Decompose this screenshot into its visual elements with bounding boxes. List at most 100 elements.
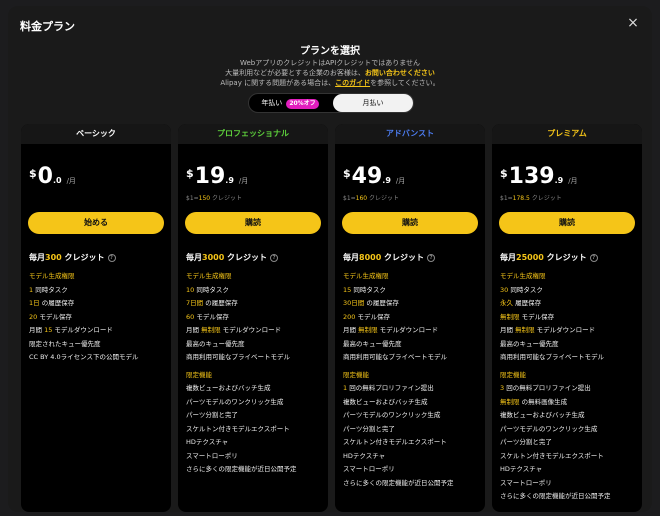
info-icon[interactable]: ? <box>427 254 436 262</box>
feature-text: 同時タスク <box>33 285 68 294</box>
info-icon[interactable]: ? <box>270 254 279 262</box>
close-icon[interactable]: × <box>626 16 640 30</box>
info-icon[interactable]: ? <box>589 254 598 262</box>
notice-text: 大量利用などが必要とする企業のお客様は、 <box>225 69 365 77</box>
feature-item: パーツモデルのワンクリック生成 <box>343 409 483 423</box>
plan-name: プレミアム <box>492 124 642 144</box>
feature-prefix: 月間 <box>186 326 202 334</box>
monthly-credits: 毎月3000 クレジット? <box>186 252 279 263</box>
feature-text: スケルトン付きモデルエクスポート <box>343 438 447 446</box>
feature-item: 商用利用可能なプライベートモデル <box>343 351 483 365</box>
credit-rate-prefix: $1= <box>500 195 513 202</box>
feature-text: スケルトン付きモデルエクスポート <box>186 424 290 433</box>
feature-item: 商用利用可能なプライベートモデル <box>186 351 326 365</box>
feature-item: モデル生成権限 <box>500 270 640 284</box>
feature-item: 1 回の無料プロリファイン提出 <box>343 382 483 396</box>
plan-card: アドバンスト $49.9/月 $1=160 クレジット 購読 毎月8000 クレジット?… <box>335 124 485 512</box>
info-icon[interactable]: ? <box>107 254 116 262</box>
feature-text: 商用利用可能なプライベートモデル <box>343 353 447 361</box>
feature-text: スマートローポリ <box>343 465 395 473</box>
feature-text: パーツモデルのワンクリック生成 <box>343 411 441 419</box>
plan-card: ベーシック $0.0/月 始める 毎月300 クレジット? モデル生成権限 1 同時タスク… <box>21 124 171 512</box>
feature-prefix: 月間 <box>500 326 516 334</box>
feature-item: パーツモデルのワンクリック生成 <box>186 396 326 410</box>
feature-item: パーツモデルのワンクリック生成 <box>500 423 640 437</box>
feature-item: 月間 15 モデルダウンロード <box>29 324 169 338</box>
feature-text: スマートローポリ <box>186 451 238 460</box>
feature-text: の無料画像生成 <box>519 397 568 406</box>
feature-highlight: 無制限 <box>515 326 535 334</box>
plan-price: $139.9/月 <box>500 164 578 189</box>
plan-price: $49.9/月 <box>343 164 405 189</box>
modal-title: 料金プラン <box>20 20 75 33</box>
feature-item: 限定機能 <box>500 369 640 383</box>
feature-text: パーツ分割と完了 <box>186 411 238 419</box>
feature-item: 無制限 の無料画像生成 <box>500 396 640 410</box>
feature-list: モデル生成権限 15 同時タスク 30日間 の履歴保存 200 モデル保存 月間 無制限… <box>343 270 483 490</box>
feature-item: 20 モデル保存 <box>29 311 169 325</box>
pricing-modal: 料金プラン × プランを選択 WebアプリのクレジットはAPIクレジットではあり… <box>8 6 652 512</box>
feature-text: 同時タスク <box>351 285 386 294</box>
feature-item: パーツ分割と完了 <box>343 423 483 437</box>
currency: $ <box>186 167 194 180</box>
feature-text: 複数ビューおよびバッチ生成 <box>186 384 271 392</box>
feature-item: 1日 の履歴保存 <box>29 297 169 311</box>
plan-price: $0.0/月 <box>29 164 76 189</box>
feature-item: スケルトン付きモデルエクスポート <box>343 436 483 450</box>
feature-item: 月間 無制限 モデルダウンロード <box>186 324 326 338</box>
plan-name: アドバンスト <box>335 124 485 144</box>
feature-text: モデルダウンロード <box>377 326 439 334</box>
feature-item: 最高のキュー優先度 <box>500 338 640 352</box>
monthly-prefix: 毎月 <box>343 253 359 262</box>
feature-item: 複数ビューおよびバッチ生成 <box>186 382 326 396</box>
subscribe-button[interactable]: 購読 <box>185 212 321 234</box>
feature-list: モデル生成権限 30 同時タスク 永久 履歴保存 無制限 モデル保存 月間 無制限 モデ… <box>500 270 640 504</box>
feature-text: スマートローポリ <box>500 478 552 487</box>
plan-name: プロフェッショナル <box>178 124 328 144</box>
monthly-credits: 毎月25000 クレジット? <box>500 252 598 263</box>
feature-text: モデル生成権限 <box>29 272 75 280</box>
feature-item: HDテクスチャ <box>343 450 483 464</box>
feature-text: 回の無料プロリファイン提出 <box>347 384 434 392</box>
feature-highlight: 無制限 <box>358 326 378 334</box>
feature-text: スケルトン付きモデルエクスポート <box>500 451 604 460</box>
feature-item: 月間 無制限 モデルダウンロード <box>500 324 640 338</box>
feature-text: モデル生成権限 <box>186 272 232 280</box>
price-dec: .9 <box>225 176 234 185</box>
feature-item: スケルトン付きモデルエクスポート <box>186 423 326 437</box>
feature-item: さらに多くの限定機能が近日公開予定 <box>500 490 640 504</box>
credit-rate: $1=178.5 クレジット <box>500 193 562 202</box>
plan-name: ベーシック <box>21 124 171 144</box>
feature-item: モデル生成権限 <box>29 270 169 284</box>
monthly-credits: 毎月8000 クレジット? <box>343 252 436 263</box>
contact-link[interactable]: お問い合わせください <box>365 69 435 77</box>
price-int: 0 <box>37 164 53 189</box>
feature-text: モデルダウンロード <box>534 326 596 334</box>
discount-badge: 20%オフ <box>286 99 319 109</box>
feature-item: 10 同時タスク <box>186 284 326 298</box>
feature-item: 月間 無制限 モデルダウンロード <box>343 324 483 338</box>
feature-text: HDテクスチャ <box>343 451 386 460</box>
subscribe-button[interactable]: 購読 <box>342 212 478 234</box>
currency: $ <box>500 167 508 180</box>
price-dec: .0 <box>52 176 62 185</box>
feature-item: 30 同時タスク <box>500 284 640 298</box>
feature-item: 複数ビューおよびバッチ生成 <box>500 409 640 423</box>
price-period: /月 <box>66 177 76 185</box>
feature-text: 同時タスク <box>508 285 543 294</box>
credit-rate-prefix: $1= <box>186 195 199 202</box>
feature-text: CC BY 4.0ライセンス下の公開モデル <box>29 353 139 361</box>
yearly-tab[interactable]: 年払い 20%オフ <box>251 94 329 112</box>
guide-link[interactable]: このガイド <box>335 79 370 87</box>
feature-text: HDテクスチャ <box>186 438 229 446</box>
monthly-tab[interactable]: 月払い <box>333 94 413 112</box>
subscribe-button[interactable]: 購読 <box>499 212 635 234</box>
notice-text: Alipay に関する問題がある場合は、 <box>220 79 336 87</box>
feature-text: の履歴保存 <box>39 299 75 307</box>
feature-text: 最高のキュー優先度 <box>186 339 245 348</box>
credit-rate-value: 160 <box>355 195 368 202</box>
price-int: 19 <box>194 164 226 189</box>
feature-list: モデル生成権限 10 同時タスク 7日間 の履歴保存 60 モデル保存 月間 無制限 モ… <box>186 270 326 477</box>
feature-text: 履歴保存 <box>513 299 542 307</box>
subscribe-button[interactable]: 始める <box>28 212 164 234</box>
